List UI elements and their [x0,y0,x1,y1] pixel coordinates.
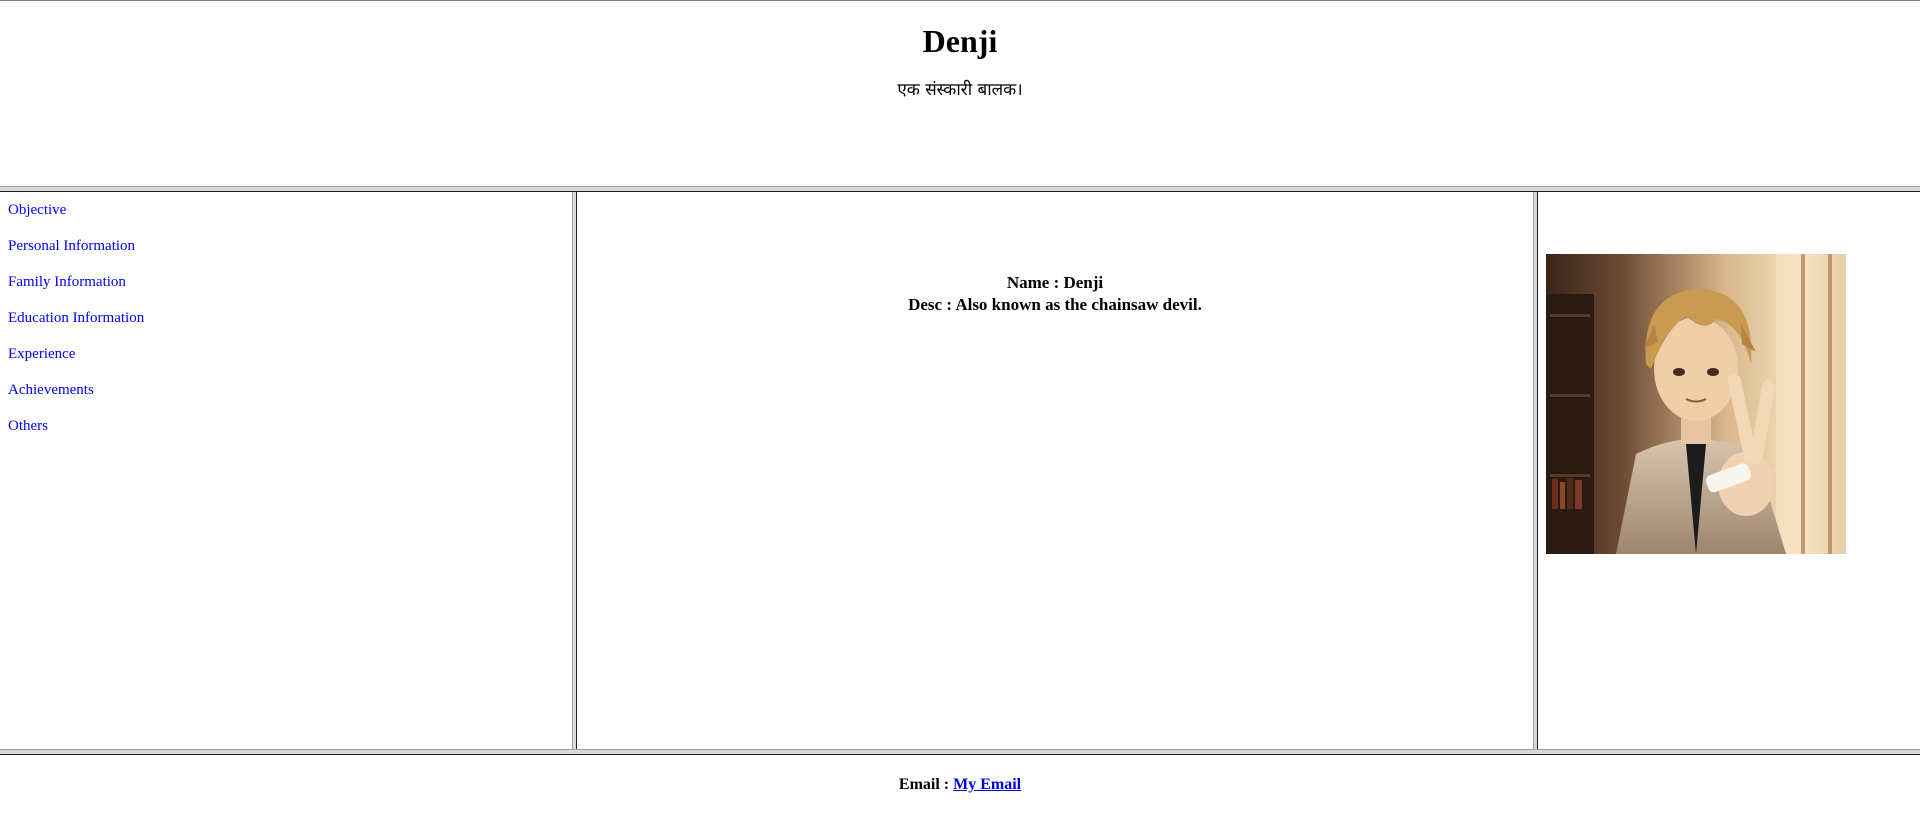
image-frame [1538,192,1920,749]
header-frame: Denji एक संस्कारी बालक। [0,1,1920,186]
profile-photo [1546,254,1846,554]
nav-item: Personal Information [8,236,144,272]
page-tagline: एक संस्कारी बालक। [897,80,1023,100]
nav-item: Others [8,416,144,452]
nav-link-family-information[interactable]: Family Information [8,274,126,290]
email-line: Email : My Email [0,775,1920,795]
email-link[interactable]: My Email [953,776,1021,793]
nav-item: Experience [8,344,144,380]
nav-link-personal-information[interactable]: Personal Information [8,238,135,254]
page-title: Denji [922,23,998,59]
name-line: Name : Denji [1006,273,1104,292]
nav-link-others[interactable]: Others [8,418,48,434]
nav-item: Education Information [8,308,144,344]
nav-link-objective[interactable]: Objective [8,202,66,218]
nav-frame: Objective Personal Information Family In… [0,192,572,749]
nav-item: Family Information [8,272,144,308]
nav-link-education-information[interactable]: Education Information [8,310,144,326]
nav-item: Objective [8,200,144,236]
nav-link-experience[interactable]: Experience [8,346,75,362]
desc-line: Desc : Also known as the chainsaw devil. [908,295,1202,314]
email-label: Email : [898,776,950,793]
page: Denji एक संस्कारी बालक। Objective Person… [0,0,1920,832]
profile-photo-illustration [1546,254,1846,554]
content-frame: Name : Denji Desc : Also known as the ch… [577,192,1533,749]
profile-info: Name : Denji Desc : Also known as the ch… [577,272,1533,316]
nav-item: Achievements [8,380,144,416]
nav-link-achievements[interactable]: Achievements [8,382,94,398]
footer-frame: Email : My Email [0,755,1920,832]
nav-list: Objective Personal Information Family In… [8,200,144,452]
